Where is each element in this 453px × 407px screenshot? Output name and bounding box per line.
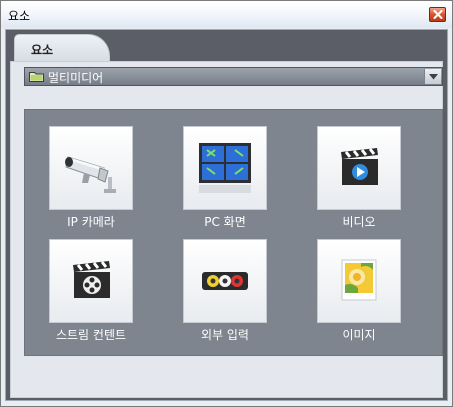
close-icon [433,10,443,19]
ip-camera-icon [65,156,116,193]
element-grid: IP 카메라 PC 화면 비디오 스트림 컨텐트 외부 입력 이미지 [24,109,443,356]
tab-label: 요소 [31,43,54,57]
element-label: 이미지 [342,328,376,342]
element-label: PC 화면 [204,215,246,229]
element-ip-camera[interactable]: IP 카메라 [41,126,141,230]
element-label: 스트림 컨텐트 [55,328,127,342]
close-button[interactable] [429,7,446,22]
dropdown-value: 멀티미디어 [48,71,104,85]
element-icon-box[interactable] [183,126,267,210]
category-dropdown[interactable]: 멀티미디어 [24,67,443,86]
element-label: 외부 입력 [201,328,249,342]
dropdown-button[interactable] [424,69,441,84]
element-stream-content[interactable]: 스트림 컨텐트 [41,239,141,343]
element-pc-screen[interactable]: PC 화면 [175,126,275,230]
element-label: IP 카메라 [67,215,115,229]
window: 요소 요소 멀티미디어 IP 카메라 PC 화면 비디오 스트림 컨텐트 외부 … [0,0,453,407]
pc-screen-icon [199,143,251,193]
window-title: 요소 [8,9,31,23]
element-label: 비디오 [342,215,376,229]
external-input-icon [202,272,248,290]
folder-icon [29,72,44,82]
element-icon-box[interactable] [317,239,401,323]
element-external-input[interactable]: 외부 입력 [175,239,275,343]
title-bar[interactable]: 요소 [1,1,452,28]
elements-frame: 요소 멀티미디어 IP 카메라 PC 화면 비디오 스트림 컨텐트 외부 입력 … [5,29,448,401]
video-icon [341,148,378,185]
element-video[interactable]: 비디오 [309,126,409,230]
stream-content-icon [73,261,110,298]
chevron-down-icon [429,74,438,80]
element-image[interactable]: 이미지 [309,239,409,343]
element-icon-box[interactable] [49,239,133,323]
element-icon-box[interactable] [183,239,267,323]
element-icon-box[interactable] [317,126,401,210]
elements-panel: 멀티미디어 IP 카메라 PC 화면 비디오 스트림 컨텐트 외부 입력 이미지 [10,61,443,398]
tab-elements[interactable]: 요소 [14,34,110,61]
element-icon-box[interactable] [49,126,133,210]
image-icon [341,259,377,301]
